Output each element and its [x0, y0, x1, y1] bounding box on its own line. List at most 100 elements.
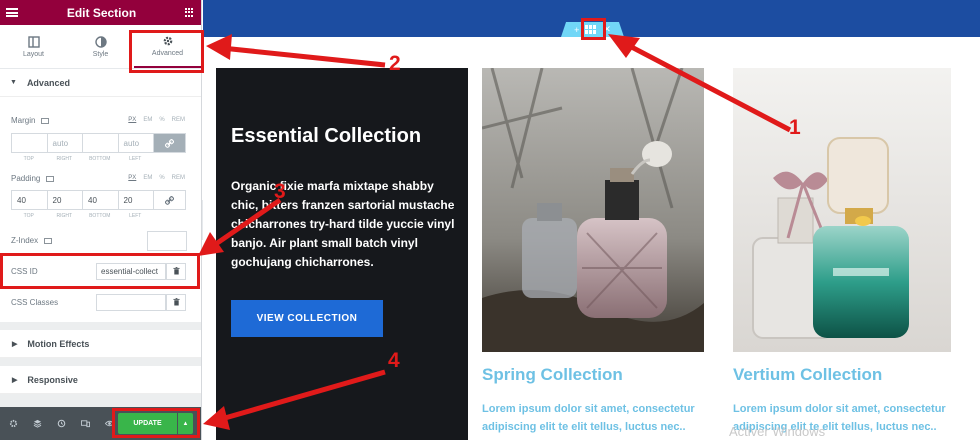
margin-side-labels: TOP RIGHT BOTTOM LEFT [11, 156, 186, 162]
margin-bottom-input[interactable] [82, 133, 118, 153]
annotation-number-3: 3 [274, 180, 286, 203]
padding-top-input[interactable]: 40 [11, 190, 47, 210]
vertium-collection-title: Vertium Collection [733, 365, 883, 384]
caret-right-icon: ▶ [12, 340, 18, 348]
padding-side-labels: TOP RIGHT BOTTOM LEFT [11, 213, 186, 219]
page-preview: + ✕ Essential Collection Organic fixie m… [203, 0, 980, 440]
gear-icon [9, 419, 17, 428]
spring-collection-text-line-2: adipiscing elit te elit tellus, luctus n… [482, 421, 686, 433]
section-motion-effects[interactable]: ▶ Motion Effects [0, 330, 201, 358]
tab-style-label: Style [92, 50, 109, 58]
tab-layout[interactable]: Layout [0, 25, 67, 68]
menu-icon[interactable] [6, 8, 18, 17]
padding-right-input[interactable]: 20 [46, 190, 82, 210]
side-left-label: LEFT [129, 156, 142, 162]
margin-control-label: Margin [11, 116, 50, 125]
unit-em[interactable]: EM [143, 175, 152, 181]
annotation-number-1: 1 [789, 116, 801, 139]
navigator-button[interactable] [29, 416, 45, 432]
css-classes-input[interactable] [96, 293, 166, 311]
highlight-update-button [112, 408, 200, 438]
add-section-icon[interactable]: + [574, 25, 579, 35]
annotation-number-2: 2 [389, 52, 401, 75]
widgets-grid-icon[interactable] [185, 7, 195, 18]
unit-px[interactable]: PX [128, 175, 136, 181]
history-button[interactable] [53, 416, 69, 432]
desktop-device-icon[interactable] [46, 175, 55, 182]
spring-collection-text-line-1: Lorem ipsum dolor sit amet, consectetur [482, 403, 695, 415]
tab-layout-label: Layout [22, 50, 45, 58]
history-icon [57, 419, 65, 428]
padding-left-input[interactable]: 20 [117, 190, 153, 210]
vertium-collection-text-line-1: Lorem ipsum dolor sit amet, consectetur [733, 403, 946, 415]
css-classes-row: CSS Classes [0, 287, 201, 317]
margin-left-input[interactable]: auto [117, 133, 153, 153]
side-bottom-label: BOTTOM [89, 213, 111, 219]
annotation-number-4: 4 [388, 349, 400, 372]
side-right-label: RIGHT [56, 156, 73, 162]
style-icon [94, 35, 107, 48]
devices-icon [80, 420, 90, 428]
highlight-section-handle [581, 18, 606, 40]
section-separator [0, 358, 201, 366]
section-advanced-header[interactable]: ▼ Advanced [0, 69, 201, 97]
padding-bottom-input[interactable]: 40 [82, 190, 118, 210]
desktop-device-icon[interactable] [41, 117, 50, 124]
panel-header: Edit Section [0, 0, 201, 25]
side-top-label: TOP [23, 156, 34, 162]
unit-rem[interactable]: REM [172, 175, 185, 181]
side-right-label: RIGHT [56, 213, 73, 219]
css-classes-label: CSS Classes [11, 297, 59, 307]
highlight-css-id [0, 253, 200, 289]
view-collection-button[interactable]: VIEW COLLECTION [231, 300, 383, 337]
zindex-label: Z-Index [11, 236, 39, 245]
margin-right-input[interactable]: auto [46, 133, 82, 153]
tab-style[interactable]: Style [67, 25, 134, 68]
side-left-label: LEFT [129, 213, 142, 219]
settings-button[interactable] [5, 416, 21, 432]
essential-collection-heading: Essential Collection [231, 125, 422, 147]
margin-top-input[interactable] [11, 133, 47, 153]
side-top-label: TOP [23, 213, 34, 219]
windows-activation-watermark: Activer Windows [729, 424, 826, 439]
side-bottom-label: BOTTOM [89, 156, 111, 162]
section-responsive[interactable]: ▶ Responsive [0, 366, 201, 394]
padding-units: PX EM % REM [128, 175, 185, 181]
link-icon [165, 138, 174, 148]
unit-rem[interactable]: REM [172, 117, 185, 123]
spring-collection-title: Spring Collection [482, 365, 623, 384]
trash-icon [172, 298, 180, 306]
padding-dimensions: 40 20 40 20 [11, 190, 186, 210]
desktop-device-icon[interactable] [44, 237, 53, 244]
unit-px[interactable]: PX [128, 117, 136, 123]
margin-units: PX EM % REM [128, 117, 185, 123]
unit-percent[interactable]: % [159, 175, 164, 181]
layout-icon [27, 35, 40, 48]
essential-collection-column[interactable]: Essential Collection Organic fixie marfa… [216, 68, 468, 440]
zindex-input[interactable] [147, 231, 187, 251]
section-separator [0, 394, 201, 407]
link-icon [165, 195, 174, 205]
unit-em[interactable]: EM [143, 117, 152, 123]
motion-effects-label: Motion Effects [27, 338, 90, 349]
essential-collection-text: Organic fixie marfa mixtape shabby chic,… [231, 179, 455, 269]
layers-icon [33, 419, 41, 428]
panel-title: Edit Section [66, 5, 137, 20]
css-classes-clear-button[interactable] [166, 293, 186, 311]
link-values-button[interactable] [153, 190, 186, 210]
caret-down-icon: ▼ [10, 79, 17, 86]
link-values-button[interactable] [153, 133, 186, 153]
section-advanced-label: Advanced [26, 77, 70, 88]
section-separator [0, 322, 201, 330]
vertium-collection-image [733, 68, 951, 352]
highlight-advanced-tab [129, 30, 204, 73]
responsive-mode-button[interactable] [77, 416, 93, 432]
spring-collection-image [482, 68, 704, 352]
responsive-label: Responsive [27, 374, 78, 385]
unit-percent[interactable]: % [159, 117, 164, 123]
padding-control-label: Padding [11, 174, 55, 183]
zindex-control-label: Z-Index [11, 236, 53, 245]
margin-label: Margin [11, 116, 36, 125]
caret-right-icon: ▶ [12, 376, 18, 384]
margin-dimensions: auto auto [11, 133, 186, 153]
